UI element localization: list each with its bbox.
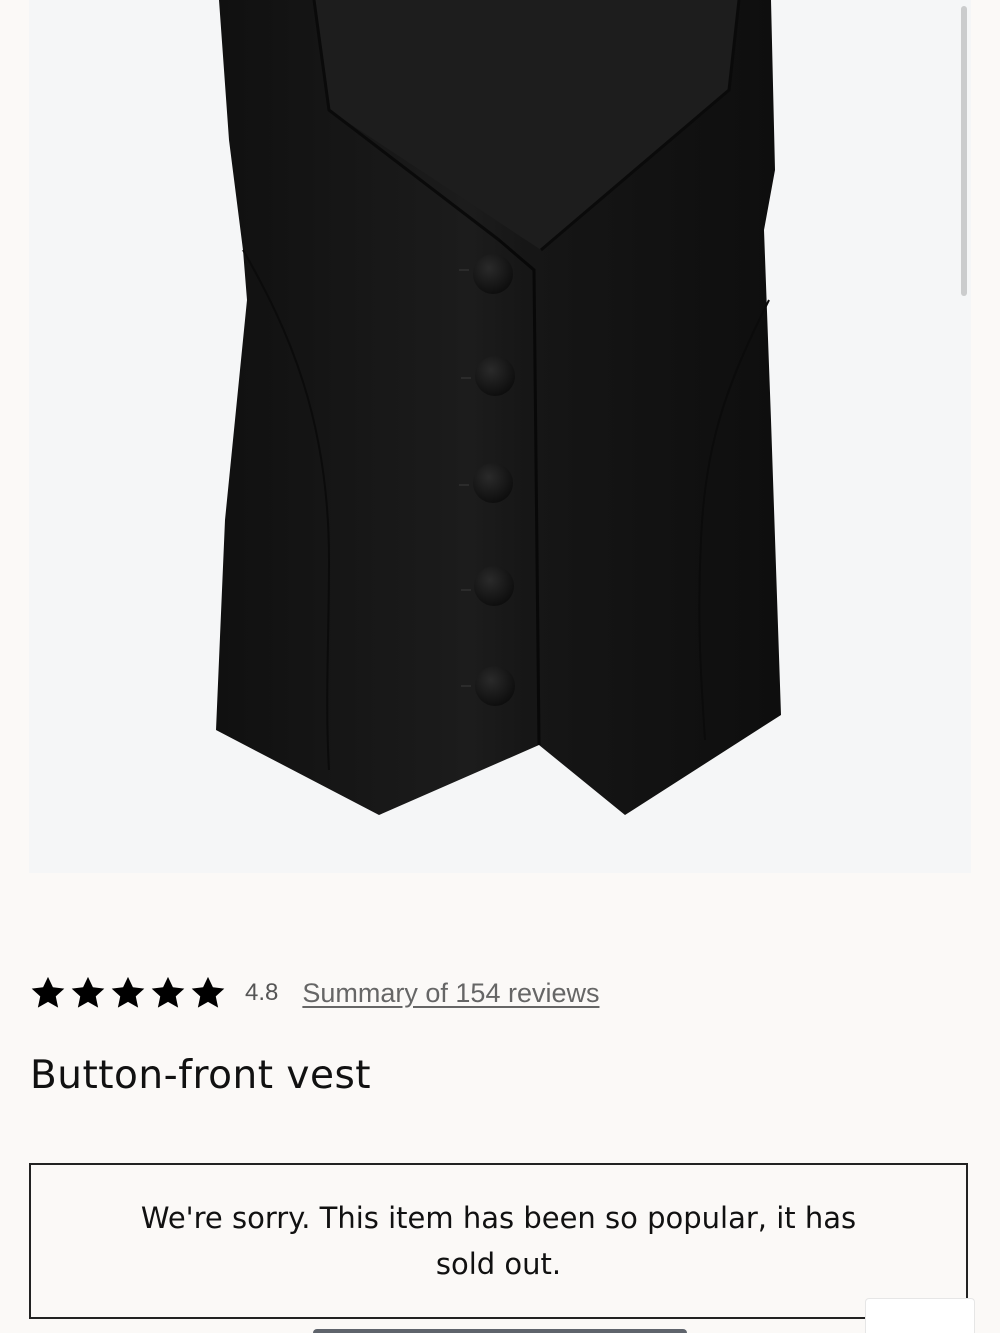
sold-out-message: We're sorry. This item has been so popul… — [140, 1201, 857, 1281]
sold-out-notice: We're sorry. This item has been so popul… — [29, 1163, 968, 1319]
product-image[interactable] — [29, 0, 971, 873]
star-filled-icon — [111, 976, 145, 1008]
star-filled-icon — [151, 976, 185, 1008]
star-filled-icon — [71, 976, 105, 1008]
rating-summary: 4.8 Summary of 154 reviews — [29, 968, 599, 1018]
star-rating — [29, 974, 227, 1012]
star-filled-icon — [31, 976, 65, 1008]
product-page: 4.8 Summary of 154 reviews Button-front … — [0, 0, 1000, 1333]
product-title: Button-front vest — [30, 1053, 372, 1098]
rating-value: 4.8 — [245, 979, 279, 1006]
bottom-sheet-handle[interactable] — [313, 1329, 687, 1333]
image-scrollbar[interactable] — [961, 6, 967, 296]
star-filled-icon — [191, 976, 225, 1008]
floating-widget-tab[interactable] — [865, 1298, 975, 1333]
vest-illustration — [216, 0, 781, 815]
reviews-summary-link[interactable]: Summary of 154 reviews — [302, 978, 599, 1009]
